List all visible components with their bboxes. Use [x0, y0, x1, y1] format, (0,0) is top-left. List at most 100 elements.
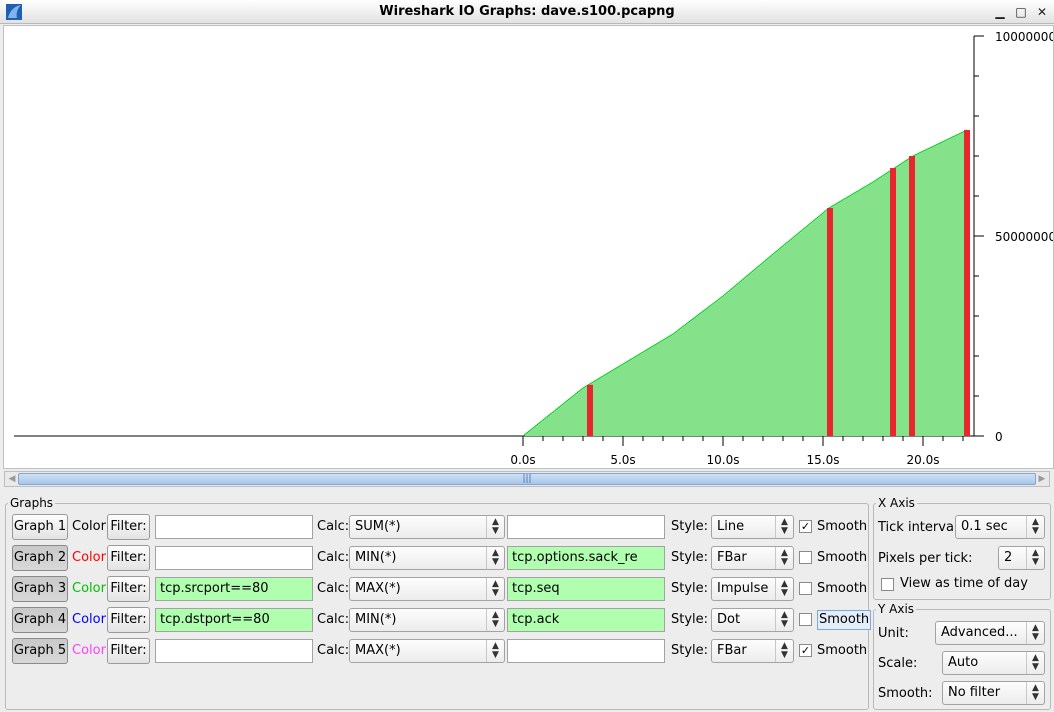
- window-title: Wireshark IO Graphs: dave.s100.pcapng: [379, 4, 675, 19]
- y-axis-group-label: Y Axis: [878, 602, 915, 616]
- io-graph-plot[interactable]: 0 50000000 100000000 0.0s 5.0s 10.0s 15.0s 20.0…: [3, 25, 1054, 469]
- graph-toggle-button[interactable]: Graph 4: [12, 607, 68, 633]
- x-axis-group-label: X Axis: [878, 496, 915, 510]
- style-value: Impulse: [717, 581, 769, 596]
- style-label: Style:: [671, 612, 709, 627]
- unit-label: Unit:: [878, 626, 909, 641]
- filter-input[interactable]: [155, 639, 313, 663]
- chevron-updown-icon: ▲ ▼: [1026, 652, 1044, 674]
- style-value: Line: [717, 519, 745, 534]
- graph-toggle-button[interactable]: Graph 5: [12, 638, 68, 664]
- style-combo[interactable]: FBar ▲ ▼: [711, 546, 794, 570]
- smooth-checkbox[interactable]: [799, 613, 812, 626]
- calc-combo[interactable]: SUM(*) ▲ ▼: [349, 515, 505, 539]
- red-data-bar: [890, 168, 896, 436]
- graph-toggle-button[interactable]: Graph 2: [12, 545, 68, 571]
- scale-label: Scale:: [878, 656, 918, 671]
- y-tick-label: 0: [995, 430, 1003, 444]
- pixels-per-tick-combo[interactable]: 2 ▲ ▼: [998, 546, 1045, 570]
- calc-combo[interactable]: MIN(*) ▲ ▼: [349, 608, 505, 632]
- tick-interval-combo[interactable]: 0.1 sec ▲ ▼: [955, 515, 1045, 539]
- style-combo[interactable]: Dot ▲ ▼: [711, 608, 794, 632]
- chevron-updown-icon: ▲ ▼: [486, 578, 504, 600]
- smooth-label[interactable]: Smooth: [817, 643, 867, 658]
- unit-combo[interactable]: Advanced... ▲ ▼: [935, 621, 1045, 645]
- style-value: FBar: [717, 643, 747, 658]
- view-as-time-checkbox[interactable]: [881, 578, 894, 591]
- calc-field-input[interactable]: tcp.options.sack_re: [507, 546, 665, 570]
- filter-input[interactable]: tcp.dstport==80: [155, 608, 313, 632]
- graph-color-label[interactable]: Color: [72, 612, 106, 627]
- graphs-group-label: Graphs: [10, 496, 54, 510]
- smooth-label[interactable]: Smooth: [817, 610, 872, 630]
- scale-value: Auto: [948, 655, 979, 670]
- calc-label: Calc:: [317, 612, 350, 627]
- graph-toggle-button[interactable]: Graph 1: [12, 514, 68, 540]
- y-tick-label: 100000000: [995, 30, 1053, 44]
- chevron-updown-icon: ▲ ▼: [775, 609, 793, 631]
- scroll-right-icon[interactable]: ▶: [1036, 473, 1048, 485]
- chevron-updown-icon: ▲ ▼: [486, 609, 504, 631]
- calc-value: MIN(*): [355, 550, 397, 565]
- calc-field-input[interactable]: [507, 515, 665, 539]
- filter-input[interactable]: [155, 546, 313, 570]
- style-value: Dot: [717, 612, 741, 627]
- chevron-updown-icon: ▲ ▼: [1026, 682, 1044, 704]
- style-combo[interactable]: Line ▲ ▼: [711, 515, 794, 539]
- smooth-checkbox[interactable]: [799, 582, 812, 595]
- filter-button[interactable]: Filter:: [107, 607, 150, 633]
- minimize-button[interactable]: ▁: [990, 2, 1010, 22]
- smooth-checkbox[interactable]: ✓: [799, 520, 812, 533]
- smooth-label[interactable]: Smooth: [817, 581, 867, 596]
- y-smooth-label: Smooth:: [878, 686, 933, 701]
- calc-field-input[interactable]: tcp.seq: [507, 577, 665, 601]
- smooth-checkbox[interactable]: [799, 551, 812, 564]
- smooth-label[interactable]: Smooth: [817, 519, 867, 534]
- graph-color-label[interactable]: Color: [72, 550, 106, 565]
- calc-label: Calc:: [317, 581, 350, 596]
- graph-horizontal-scrollbar[interactable]: ◀ ||| ▶: [4, 471, 1050, 487]
- pixels-per-tick-value: 2: [1004, 550, 1013, 565]
- calc-field-input[interactable]: tcp.ack: [507, 608, 665, 632]
- x-tick-label: 10.0s: [707, 453, 740, 467]
- chevron-updown-icon: ▲ ▼: [775, 547, 793, 569]
- style-value: FBar: [717, 550, 747, 565]
- calc-label: Calc:: [317, 643, 350, 658]
- filter-input[interactable]: [155, 515, 313, 539]
- calc-combo[interactable]: MAX(*) ▲ ▼: [349, 639, 505, 663]
- style-combo[interactable]: Impulse ▲ ▼: [711, 577, 794, 601]
- filter-button[interactable]: Filter:: [107, 576, 150, 602]
- x-tick-label: 20.0s: [907, 453, 940, 467]
- tick-interval-value: 0.1 sec: [961, 519, 1008, 534]
- scroll-left-icon[interactable]: ◀: [6, 473, 18, 485]
- red-data-bar: [909, 156, 915, 436]
- filter-input[interactable]: tcp.srcport==80: [155, 577, 313, 601]
- calc-value: MIN(*): [355, 612, 397, 627]
- calc-combo[interactable]: MAX(*) ▲ ▼: [349, 577, 505, 601]
- red-data-bar: [587, 384, 593, 436]
- style-label: Style:: [671, 550, 709, 565]
- calc-combo[interactable]: MIN(*) ▲ ▼: [349, 546, 505, 570]
- filter-button[interactable]: Filter:: [107, 545, 150, 571]
- y-smooth-combo[interactable]: No filter ▲ ▼: [942, 681, 1045, 705]
- calc-field-input[interactable]: [507, 639, 665, 663]
- style-label: Style:: [671, 581, 709, 596]
- pixels-per-tick-label: Pixels per tick:: [878, 551, 973, 566]
- title-bar[interactable]: Wireshark IO Graphs: dave.s100.pcapng ▁ …: [0, 0, 1054, 24]
- scale-combo[interactable]: Auto ▲ ▼: [942, 651, 1045, 675]
- graph-toggle-button[interactable]: Graph 3: [12, 576, 68, 602]
- style-combo[interactable]: FBar ▲ ▼: [711, 639, 794, 663]
- close-button[interactable]: ✕: [1032, 2, 1052, 22]
- scrollbar-thumb[interactable]: |||: [18, 473, 1036, 485]
- filter-button[interactable]: Filter:: [107, 638, 150, 664]
- maximize-button[interactable]: □: [1011, 2, 1031, 22]
- io-graphs-window: Wireshark IO Graphs: dave.s100.pcapng ▁ …: [0, 0, 1054, 712]
- filter-button[interactable]: Filter:: [107, 514, 150, 540]
- graph-color-label[interactable]: Color: [72, 581, 106, 596]
- chevron-updown-icon: ▲ ▼: [775, 640, 793, 662]
- smooth-label[interactable]: Smooth: [817, 550, 867, 565]
- graph-color-label[interactable]: Color: [72, 519, 106, 534]
- smooth-checkbox[interactable]: ✓: [799, 644, 812, 657]
- chevron-updown-icon: ▲ ▼: [486, 516, 504, 538]
- graph-color-label[interactable]: Color: [72, 643, 106, 658]
